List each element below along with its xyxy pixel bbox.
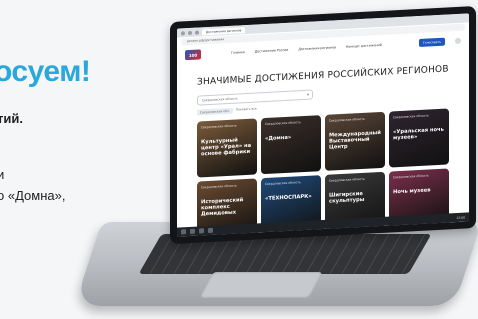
card-title: Ночь музеев <box>393 187 431 196</box>
card-region: Свердловская область <box>329 116 365 123</box>
vote-button[interactable]: Голосовать <box>418 37 445 47</box>
page-title: ЗНАЧИМЫЕ ДОСТИЖЕНИЯ РОССИЙСКИХ РЕГИОНОВ <box>197 64 449 88</box>
chevron-down-icon: ▾ <box>306 91 309 97</box>
promo-text-line-2: и <box>0 167 5 182</box>
folder-icon[interactable] <box>208 227 213 234</box>
filter-chip[interactable]: Свердловская обл. <box>197 107 233 116</box>
promo-text-line-3: о «Домна», <box>0 188 66 203</box>
window-control-icon[interactable] <box>188 30 192 35</box>
card-title: «Уральская ночь музеев» <box>393 126 444 142</box>
nav-item[interactable]: Достижения регионов <box>298 45 336 51</box>
promo-text-line-1: тий. <box>0 111 23 126</box>
card-region: Свердловская область <box>393 113 429 120</box>
card-title: Исторический комплекс Демидовых <box>201 197 244 218</box>
nav-item[interactable]: Главная <box>231 50 245 55</box>
card-title: Международный Выставочный Центр <box>329 129 381 151</box>
card-region: Свердловская область <box>265 120 301 127</box>
promo-headline: осуем! <box>0 55 91 88</box>
laptop-screen: Достижения регионов регион.рф/достижения… <box>177 13 469 237</box>
laptop-screen-bezel: Достижения регионов регион.рф/достижения… <box>170 5 476 245</box>
card-region: Свердловская область <box>265 180 301 187</box>
search-icon[interactable] <box>190 228 195 234</box>
browser-icon[interactable] <box>199 228 204 234</box>
laptop-trackpad <box>199 272 323 298</box>
card-title: Культурный центр «Урал» на основе фабрик… <box>201 137 252 158</box>
achievement-card[interactable]: Свердловская область Международный Выста… <box>325 111 385 171</box>
window-control-icon[interactable] <box>195 29 199 35</box>
card-title: Шигирские скульптуры <box>329 190 365 205</box>
window-control-icon[interactable] <box>181 30 185 35</box>
card-region: Свердловская область <box>329 176 365 183</box>
achievement-card[interactable]: Свердловская область «Уральская ночь муз… <box>389 108 449 168</box>
show-all-link[interactable]: Показать все <box>236 106 257 113</box>
achievement-card[interactable]: Свердловская область «Домна» <box>261 115 321 175</box>
nav-item[interactable]: Достижения России <box>255 48 289 54</box>
card-title: «ТЕХНОСПАРК» <box>265 193 312 203</box>
card-region: Свердловская область <box>201 123 237 130</box>
achievement-card[interactable]: Свердловская область Культурный центр «У… <box>197 118 257 178</box>
card-title: «Домна» <box>265 134 292 143</box>
avatar[interactable] <box>455 37 461 45</box>
start-icon[interactable] <box>181 229 186 235</box>
card-region: Свердловская область <box>393 173 429 180</box>
nav-item[interactable]: Конкурс достижений <box>346 43 382 49</box>
region-select[interactable]: Свердловская область ▾ <box>197 89 313 106</box>
site-nav: Главная Достижения России Достижения рег… <box>231 43 382 55</box>
region-select-value: Свердловская область <box>202 96 238 103</box>
site-logo[interactable]: 100 <box>185 49 201 61</box>
browser-tab[interactable]: Достижения регионов <box>202 26 246 35</box>
taskbar-clock: 12:00 <box>456 215 465 220</box>
card-region: Свердловская область <box>201 183 237 190</box>
